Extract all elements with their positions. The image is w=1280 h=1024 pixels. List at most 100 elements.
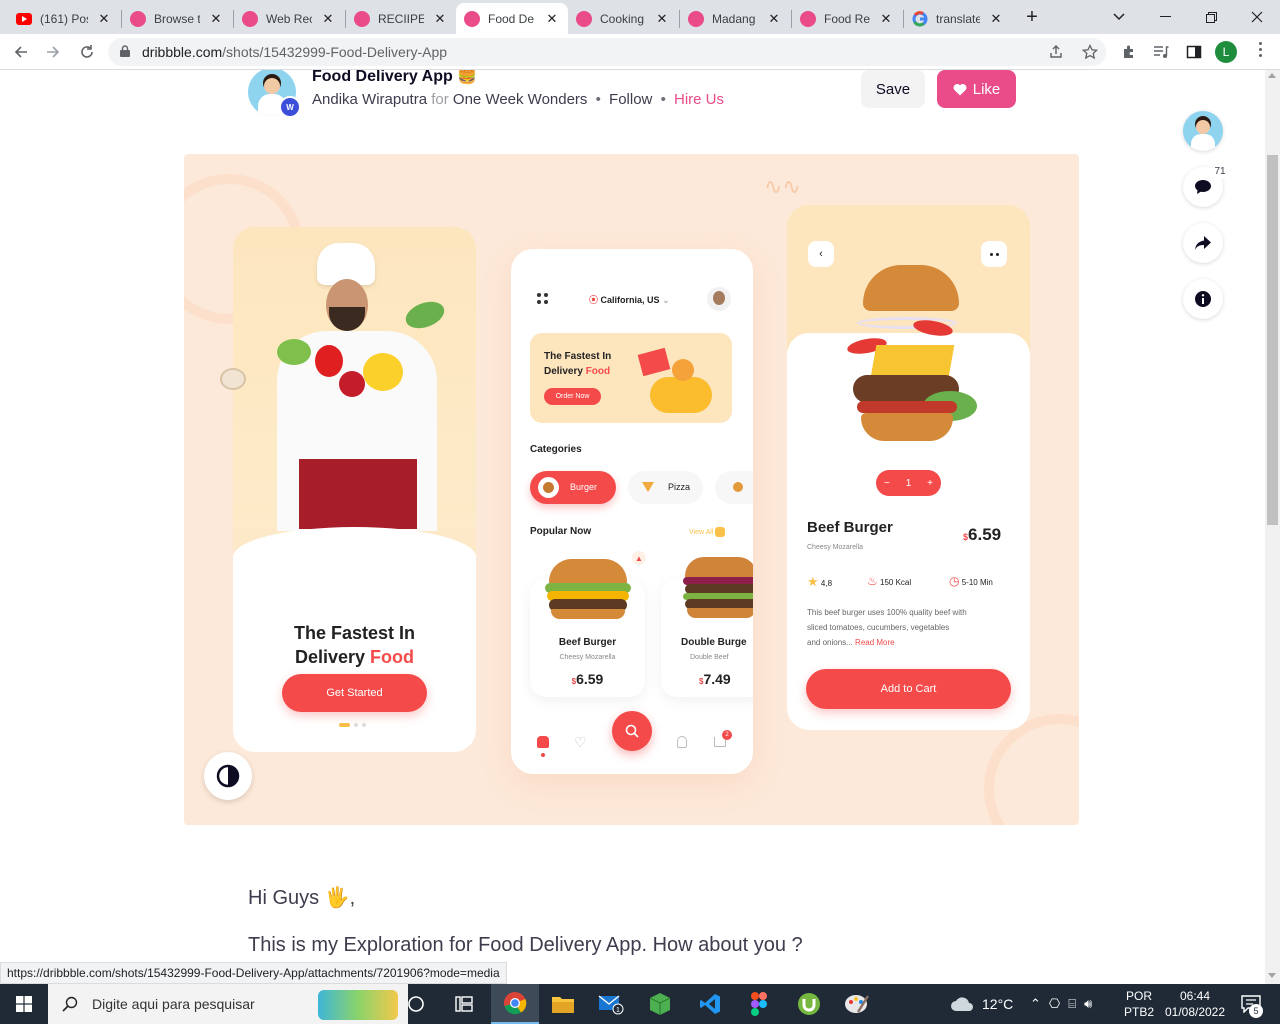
tab-strip: (161) Pos ✕ Browse t ✕ Web Rec ✕ RECIIPE…	[0, 0, 1280, 34]
close-icon[interactable]: ✕	[432, 11, 448, 27]
quantity-stepper[interactable]: − 1 +	[876, 470, 941, 496]
tab-search-icon[interactable]	[1096, 0, 1142, 34]
like-button[interactable]: Like	[937, 70, 1016, 108]
plus-button[interactable]: +	[927, 478, 933, 489]
utorrent-taskbar-app[interactable]	[785, 984, 833, 1024]
browser-tab[interactable]: Cooking ✕	[568, 3, 678, 34]
page-scrollbar[interactable]	[1265, 70, 1280, 984]
back-button[interactable]: ‹	[808, 241, 834, 267]
clock[interactable]: 06:44 01/08/2022	[1160, 984, 1230, 1024]
team-badge-icon[interactable]: W	[279, 96, 301, 118]
paint-taskbar-app[interactable]	[833, 984, 881, 1024]
popular-title: Popular Now	[530, 526, 592, 537]
chrome-taskbar-app[interactable]	[491, 984, 539, 1024]
read-more-link[interactable]: Read More	[855, 638, 895, 647]
category-chip[interactable]: Pizza	[628, 471, 703, 504]
home-icon[interactable]	[537, 736, 549, 748]
address-bar[interactable]: dribbble.com/shots/15432999-Food-Deliver…	[108, 38, 1106, 66]
meet-now-icon[interactable]: ⎔	[1049, 996, 1060, 1012]
heart-icon	[953, 83, 967, 95]
taskbar-search-input[interactable]: Digite aqui para pesquisar	[48, 984, 408, 1024]
scrollbar-thumb[interactable]	[1267, 155, 1278, 525]
save-button[interactable]: Save	[861, 70, 925, 108]
shot-title: Food Delivery App 🍔	[312, 70, 478, 85]
category-chip-active[interactable]: Burger	[530, 471, 616, 504]
back-icon[interactable]	[8, 39, 34, 65]
start-button[interactable]	[0, 984, 48, 1024]
close-icon[interactable]: ✕	[654, 11, 670, 27]
weather-widget[interactable]: 12°C	[950, 984, 1013, 1024]
side-panel-icon[interactable]	[1186, 44, 1202, 60]
get-started-button[interactable]: Get Started	[282, 674, 427, 712]
search-fab-button[interactable]	[612, 711, 652, 751]
banner-title-accent: Food	[585, 366, 611, 377]
browser-tab[interactable]: Web Rec ✕	[234, 3, 344, 34]
scroll-up-arrow-icon[interactable]	[1268, 73, 1276, 78]
author-side-avatar[interactable]	[1183, 111, 1223, 151]
close-icon[interactable]: ✕	[878, 11, 894, 27]
detail-description: This beef burger uses 100% quality beef …	[807, 605, 1017, 650]
more-button[interactable]	[981, 241, 1007, 267]
restore-button[interactable]	[1188, 0, 1234, 34]
chevron-up-icon[interactable]: ⌃	[1030, 996, 1041, 1012]
media-control-icon[interactable]	[1153, 44, 1169, 60]
network-icon[interactable]: ⌸	[1068, 996, 1076, 1012]
mail-taskbar-app[interactable]: 1	[587, 984, 635, 1024]
info-button[interactable]	[1183, 279, 1223, 319]
browser-tab-active[interactable]: Food De ✕	[456, 3, 568, 34]
browser-tab[interactable]: RECIIPEC ✕	[346, 3, 456, 34]
close-icon[interactable]: ✕	[544, 11, 560, 27]
close-icon[interactable]: ✕	[766, 11, 782, 27]
minimize-button[interactable]	[1142, 0, 1188, 34]
bookmark-star-icon[interactable]	[1082, 44, 1098, 60]
profile-avatar[interactable]: L	[1215, 41, 1237, 63]
browser-tab[interactable]: Browse t ✕	[122, 3, 232, 34]
scroll-down-arrow-icon[interactable]	[1268, 973, 1276, 978]
author-link[interactable]: Andika Wiraputra	[312, 91, 427, 108]
share-button[interactable]	[1183, 223, 1223, 263]
double-burger-image	[681, 557, 753, 621]
close-window-button[interactable]	[1234, 0, 1280, 34]
task-view-button[interactable]	[392, 984, 440, 1024]
star-icon: ★	[807, 574, 819, 589]
figma-taskbar-app[interactable]	[735, 984, 783, 1024]
team-link[interactable]: One Week Wonders	[453, 91, 588, 108]
minus-button[interactable]: −	[884, 478, 890, 489]
volume-icon[interactable]: 🔊︎	[1084, 996, 1092, 1012]
share-icon	[1195, 236, 1211, 250]
theme-toggle-button[interactable]	[204, 752, 252, 800]
cube-taskbar-app[interactable]	[636, 984, 684, 1024]
close-icon[interactable]: ✕	[988, 11, 1004, 27]
kebab-menu-icon[interactable]	[1252, 42, 1268, 57]
bell-icon[interactable]	[677, 736, 687, 748]
browser-tab[interactable]: Food Re ✕	[792, 3, 902, 34]
new-tab-button[interactable]: +	[1012, 0, 1052, 34]
shot-image[interactable]: ∿∿ The Fastest In Delivery Food Our job …	[184, 154, 1079, 825]
reload-icon[interactable]	[74, 39, 100, 65]
close-icon[interactable]: ✕	[208, 11, 224, 27]
clock-icon: ◷	[949, 574, 960, 588]
language-indicator[interactable]: POR PTB2	[1124, 984, 1154, 1024]
view-all-link[interactable]: View All	[689, 527, 726, 537]
forward-icon[interactable]	[40, 39, 66, 65]
category-chip[interactable]	[715, 471, 753, 504]
notification-center-button[interactable]	[1236, 984, 1266, 1024]
vscode-taskbar-app[interactable]	[686, 984, 734, 1024]
share-page-icon[interactable]	[1048, 44, 1064, 60]
browser-tab[interactable]: Madang ✕	[680, 3, 790, 34]
order-now-button[interactable]: Order Now	[544, 388, 601, 405]
kcal-stat: ♨ 150 Kcal	[867, 574, 911, 588]
hire-us-link[interactable]: Hire Us	[674, 91, 724, 108]
food-icon	[733, 482, 743, 492]
file-explorer-taskbar-app[interactable]	[539, 984, 587, 1024]
heart-outline-icon[interactable]: ♡	[574, 734, 587, 751]
extensions-icon[interactable]	[1121, 44, 1137, 60]
widgets-button[interactable]	[440, 984, 488, 1024]
close-icon[interactable]: ✕	[320, 11, 336, 27]
add-to-cart-button[interactable]: Add to Cart	[806, 669, 1011, 709]
follow-link[interactable]: Follow	[609, 91, 652, 108]
clock-time: 06:44	[1179, 989, 1211, 1003]
browser-tab[interactable]: (161) Pos ✕	[8, 3, 120, 34]
close-icon[interactable]: ✕	[96, 11, 112, 27]
browser-tab[interactable]: translate ✕	[904, 3, 1012, 34]
